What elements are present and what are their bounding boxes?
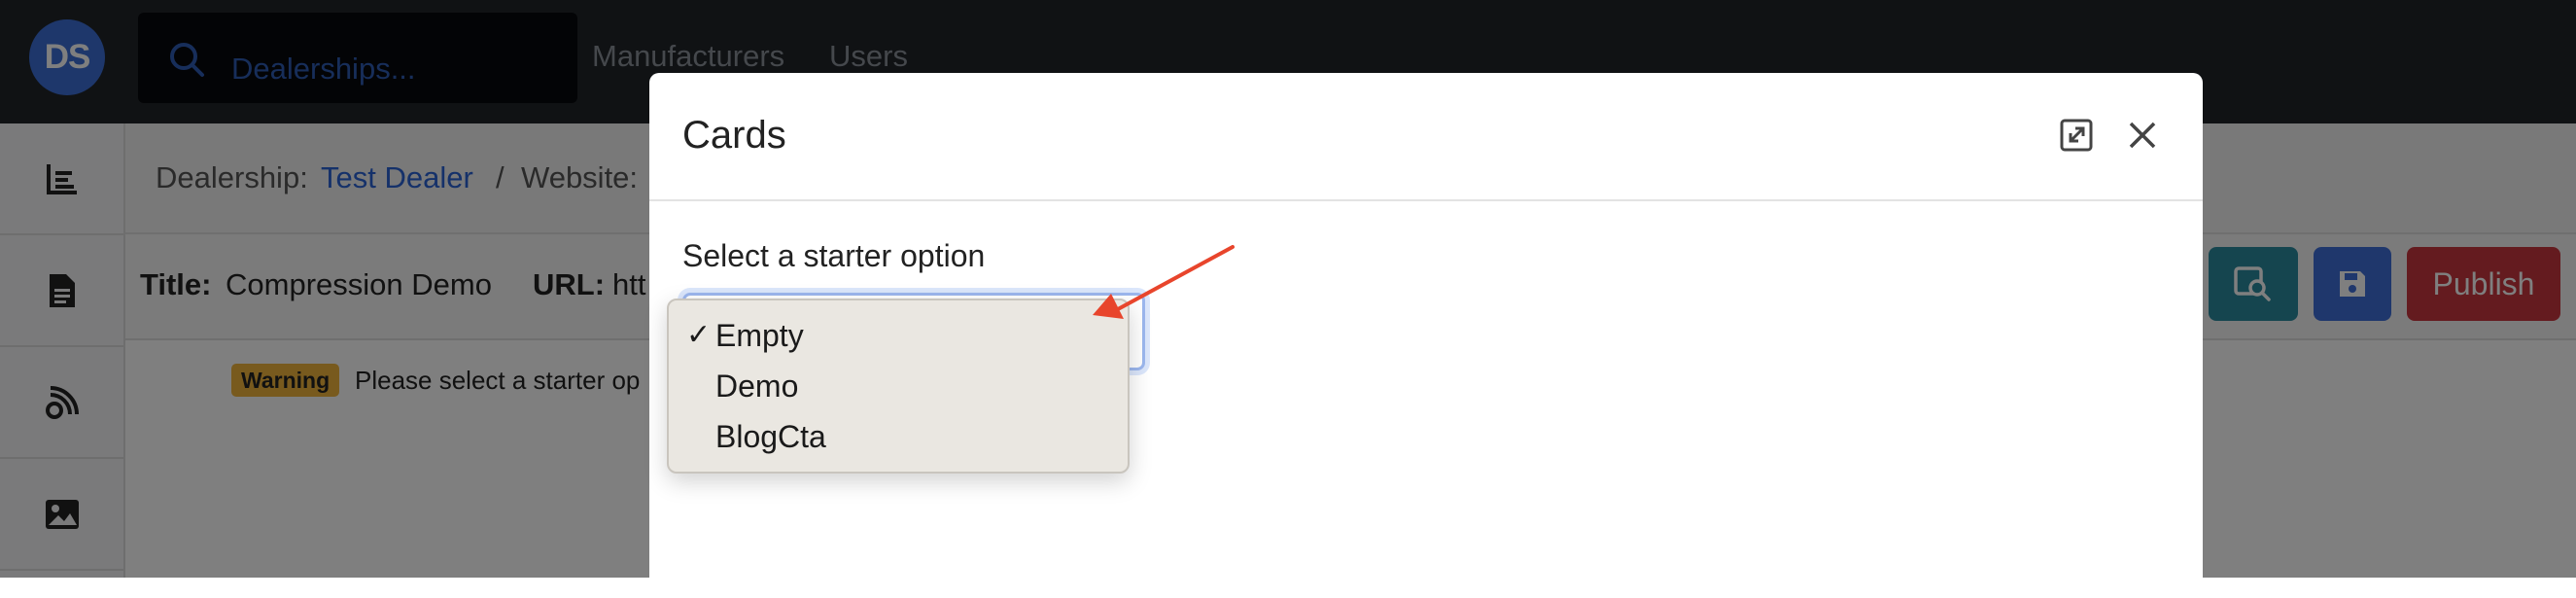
option-label: BlogCta: [715, 419, 826, 454]
option-label: Demo: [715, 369, 799, 404]
option-blogcta[interactable]: BlogCta: [669, 411, 1128, 462]
expand-icon[interactable]: [2059, 118, 2094, 153]
close-icon[interactable]: [2125, 118, 2160, 153]
checkmark-icon: ✓: [686, 319, 712, 351]
modal-header: Cards: [649, 73, 2203, 201]
option-demo[interactable]: Demo: [669, 361, 1128, 411]
option-label: Empty: [715, 318, 804, 353]
starter-option-dropdown: ✓ Empty Demo BlogCta: [667, 299, 1130, 474]
modal-title: Cards: [682, 114, 786, 157]
starter-option-label: Select a starter option: [682, 238, 986, 273]
option-empty[interactable]: ✓ Empty: [669, 310, 1128, 361]
